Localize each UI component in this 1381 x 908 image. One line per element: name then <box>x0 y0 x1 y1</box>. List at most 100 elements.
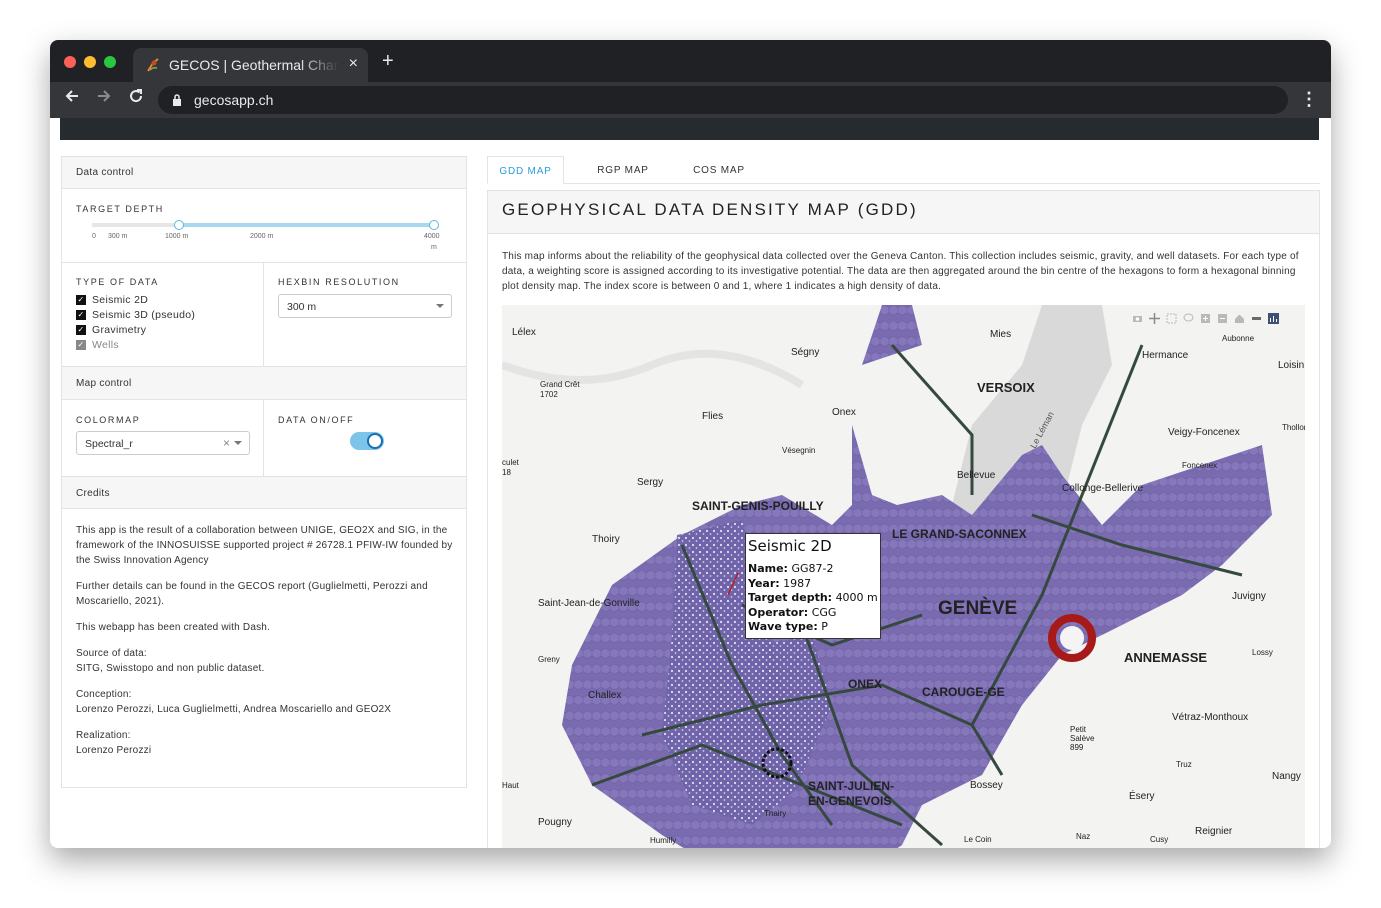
tooltip-row: Target depth: 4000 m <box>748 591 878 606</box>
box-select-icon[interactable] <box>1166 313 1177 324</box>
data-toggle[interactable] <box>350 432 384 450</box>
realization-label: Realization: <box>76 730 131 741</box>
camera-icon[interactable] <box>1132 313 1143 324</box>
map-label: ONEX <box>848 677 883 691</box>
zoom-in-icon[interactable] <box>1200 313 1211 324</box>
map-modebar <box>1128 309 1304 327</box>
map-label: Nangy <box>1272 771 1301 782</box>
conception-value: Lorenzo Perozzi, Luca Guglielmetti, Andr… <box>76 704 392 715</box>
map-label: Challex <box>588 690 622 701</box>
map-label: Foncenex <box>1182 461 1218 470</box>
map-label: Petit Salève 899 <box>1070 725 1095 752</box>
depth-tick: 300 m <box>108 233 128 240</box>
well-marker-center <box>1060 626 1084 650</box>
tooltip-body: Name: GG87-2 Year: 1987 Target depth: 40… <box>748 562 878 635</box>
reload-icon <box>130 89 143 103</box>
depth-tick: 4000 <box>424 233 440 240</box>
map-label: culet 18 <box>502 458 519 477</box>
depth-tick: 1000 m <box>165 233 189 240</box>
source-label: Source of data: <box>76 648 147 659</box>
home-icon[interactable] <box>1234 313 1245 324</box>
close-tab-icon[interactable]: × <box>349 55 358 73</box>
tab-cos-map[interactable]: COS MAP <box>679 156 759 184</box>
map-label: Vétraz-Monthoux <box>1172 712 1249 723</box>
tooltip-title: Seismic 2D <box>748 537 832 555</box>
tooltip-value: CGG <box>811 605 837 619</box>
colormap-section: COLORMAP Spectral_r × <box>62 400 264 477</box>
tab-gdd-map[interactable]: GDD MAP <box>487 156 564 184</box>
spike-lines-icon[interactable] <box>1251 313 1262 324</box>
minimize-window-button[interactable] <box>84 56 96 68</box>
map-description: This map informs about the reliability o… <box>502 251 1299 292</box>
maximize-window-button[interactable] <box>104 56 116 68</box>
lock-icon <box>173 94 181 106</box>
colormap-label: COLORMAP <box>76 415 141 425</box>
lasso-icon[interactable] <box>1183 313 1194 324</box>
new-tab-button[interactable]: + <box>382 50 394 73</box>
conception-label: Conception: <box>76 689 132 700</box>
depth-tick: m <box>431 244 437 251</box>
map-control-header: Map control <box>62 367 466 400</box>
address-bar[interactable]: gecosapp.ch <box>158 86 1288 114</box>
map-label: Lélex <box>512 327 536 338</box>
checkbox-seismic-3d[interactable]: ✓ Seismic 3D (pseudo) <box>76 307 195 322</box>
hexbin-section: HEXBIN RESOLUTION 300 m <box>264 263 466 367</box>
back-button[interactable] <box>64 88 80 109</box>
map-label: Lossy <box>1252 648 1273 657</box>
map-label: Veigy-Foncenex <box>1168 427 1240 438</box>
tooltip-value: 1987 <box>783 576 812 590</box>
map-label: Vésegnin <box>782 446 816 455</box>
checkbox-label: Wells <box>92 338 119 351</box>
reload-button[interactable] <box>128 88 144 109</box>
browser-window: GECOS | Geothermal Chance × + gecosapp.c… <box>50 40 1331 848</box>
tooltip-row: Operator: CGG <box>748 606 878 621</box>
hexbin-dropdown[interactable]: 300 m <box>278 294 452 318</box>
toggle-knob <box>367 433 383 449</box>
browser-toolbar: gecosapp.ch ⋮ <box>50 82 1331 118</box>
browser-menu-icon[interactable]: ⋮ <box>1300 89 1318 110</box>
map-label: ANNEMASSE <box>1124 650 1208 665</box>
map-label: SAINT-JULIEN-EN-GENEVOIS <box>808 779 895 808</box>
clear-icon[interactable]: × <box>223 436 230 450</box>
depth-slider-handle-min[interactable] <box>174 220 184 230</box>
hexbin-value: 300 m <box>287 301 317 313</box>
map-label: VERSOIX <box>977 380 1035 395</box>
credits-source: Source of data: SITG, Swisstopo and non p… <box>76 646 456 676</box>
checkbox-seismic-2d[interactable]: ✓ Seismic 2D <box>76 292 195 307</box>
type-of-data-label: TYPE OF DATA <box>76 277 159 287</box>
tooltip-key: Year: <box>748 576 780 590</box>
gdd-map[interactable]: Lélex Ségny Mies Aubonne Hermance Loisin… <box>502 305 1305 848</box>
checkbox-label: Seismic 3D (pseudo) <box>92 308 196 321</box>
forward-button[interactable] <box>96 88 112 109</box>
page-content: Data control TARGET DEPTH 0 300 m 1000 m… <box>50 118 1331 848</box>
colormap-dropdown[interactable]: Spectral_r × <box>76 431 250 455</box>
map-label: Bossey <box>970 780 1003 791</box>
map-label: Thoiry <box>592 534 620 545</box>
checkmark-icon: ✓ <box>76 309 86 320</box>
browser-tab[interactable]: GECOS | Geothermal Chance × <box>133 48 368 82</box>
hover-tooltip: Seismic 2D Name: GG87-2 Year: 1987 Targe… <box>745 533 881 639</box>
map-label: SAINT-GENIS-POUILLY <box>692 499 824 513</box>
map-label: Thollon <box>1282 423 1305 432</box>
map-panel-header: GEOPHYSICAL DATA DENSITY MAP (GDD) <box>488 191 1319 234</box>
realization-value: Lorenzo Perozzi <box>76 745 152 756</box>
checkbox-gravimetry[interactable]: ✓ Gravimetry <box>76 322 195 337</box>
plotly-logo-icon[interactable] <box>1268 312 1279 324</box>
checkmark-icon: ✓ <box>76 324 86 335</box>
tab-rgp-map[interactable]: RGP MAP <box>583 156 663 184</box>
close-window-button[interactable] <box>64 56 76 68</box>
checkmark-icon: ✓ <box>76 294 86 305</box>
map-label: Onex <box>832 407 856 418</box>
zoom-out-icon[interactable] <box>1217 313 1228 324</box>
tooltip-key: Operator: <box>748 605 809 619</box>
pan-icon[interactable] <box>1149 312 1160 324</box>
checkbox-label: Gravimetry <box>92 323 147 336</box>
checkbox-wells[interactable]: ✓ Wells <box>76 337 195 352</box>
depth-slider-handle-max[interactable] <box>429 220 439 230</box>
map-tabs: GDD MAP RGP MAP COS MAP <box>487 156 1320 184</box>
map-label: Hermance <box>1142 350 1189 361</box>
map-label: Greny <box>538 655 560 664</box>
credits-realization: Realization: Lorenzo Perozzi <box>76 728 456 758</box>
arrow-right-icon <box>98 90 111 102</box>
map-label: Sergy <box>637 477 664 488</box>
